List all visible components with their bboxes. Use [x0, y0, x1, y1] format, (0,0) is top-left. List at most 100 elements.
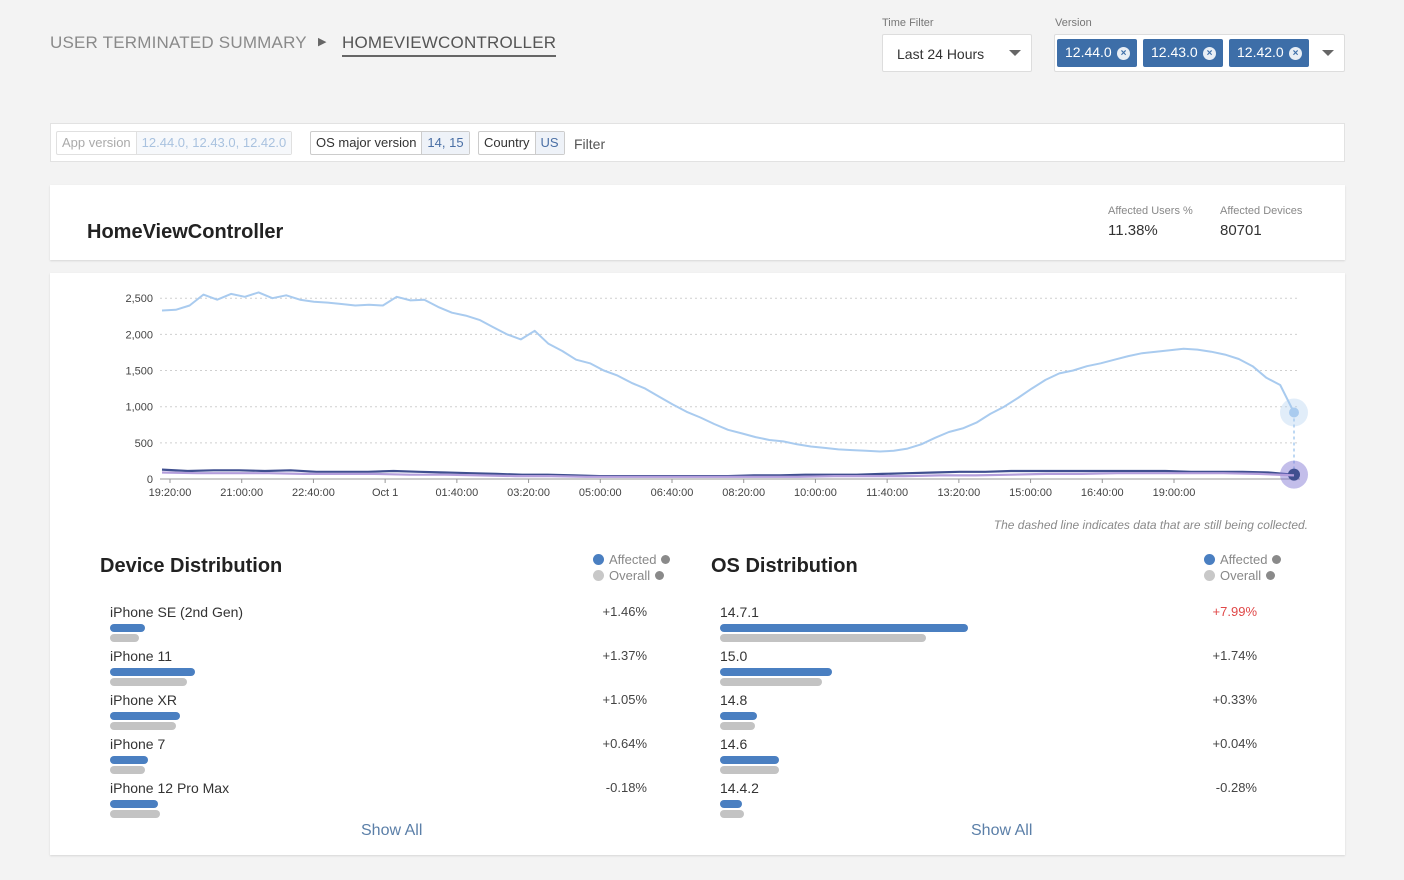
- version-chip-label: 12.42.0: [1237, 44, 1284, 60]
- x-tick-label: 22:40:00: [292, 487, 335, 499]
- affected-bar: [720, 756, 780, 764]
- distribution-label: 14.6: [720, 736, 748, 752]
- distribution-row[interactable]: iPhone SE (2nd Gen) +1.46%: [110, 604, 670, 644]
- y-tick-label: 2,000: [125, 329, 153, 341]
- affected-bar: [720, 712, 757, 720]
- version-chip[interactable]: 12.42.0 ×: [1229, 39, 1309, 67]
- x-tick-label: 13:20:00: [937, 487, 980, 499]
- filter-input[interactable]: Filter: [574, 136, 605, 152]
- time-filter-value: Last 24 Hours: [897, 46, 985, 62]
- affected-dot-icon: [1204, 553, 1215, 565]
- affected-bar: [110, 668, 195, 676]
- info-icon[interactable]: [1266, 570, 1276, 580]
- info-icon[interactable]: [655, 570, 665, 580]
- breadcrumb-root[interactable]: USER TERMINATED SUMMARY: [50, 33, 307, 53]
- x-tick-label: 11:40:00: [866, 487, 908, 499]
- distribution-row[interactable]: iPhone XR +1.05%: [110, 692, 670, 732]
- affected-dot-icon: [593, 553, 604, 565]
- distribution-row[interactable]: iPhone 7 +0.64%: [110, 736, 670, 776]
- device-distribution-title: Device Distribution: [100, 555, 283, 577]
- breadcrumb-caret-icon: ▶: [318, 36, 327, 48]
- distribution-label: 14.4.2: [720, 780, 759, 796]
- filter-chip-value: 14, 15: [421, 132, 469, 154]
- version-chip[interactable]: 12.44.0 ×: [1057, 39, 1137, 67]
- affected-bar: [110, 624, 146, 632]
- distribution-row[interactable]: iPhone 12 Pro Max -0.18%: [110, 780, 670, 820]
- overall-bar: [110, 634, 139, 642]
- x-tick-label: 19:00:00: [1153, 487, 1196, 499]
- overall-bar: [720, 634, 927, 642]
- distribution-row[interactable]: 14.4.2 -0.28%: [720, 780, 1280, 820]
- x-tick-label: 10:00:00: [794, 487, 837, 499]
- distribution-row[interactable]: 14.6 +0.04%: [720, 736, 1280, 776]
- distribution-row[interactable]: 14.8 +0.33%: [720, 692, 1280, 732]
- series-endpoint: [1289, 407, 1299, 418]
- device-show-all-link[interactable]: Show All: [361, 822, 422, 840]
- y-tick-label: 1,500: [125, 366, 153, 378]
- time-filter-label: Time Filter: [882, 17, 934, 29]
- distribution-row[interactable]: 15.0 +1.74%: [720, 648, 1280, 688]
- filter-chip-os-version[interactable]: OS major version 14, 15: [310, 131, 470, 155]
- os-show-all-link[interactable]: Show All: [971, 822, 1032, 840]
- filter-chip-value: US: [534, 132, 564, 154]
- version-filter-select[interactable]: 12.44.0 × 12.43.0 × 12.42.0 ×: [1054, 34, 1345, 72]
- chevron-down-icon: [1009, 50, 1021, 56]
- chevron-down-icon[interactable]: [1322, 50, 1334, 56]
- version-chip-label: 12.44.0: [1065, 44, 1112, 60]
- remove-chip-icon[interactable]: ×: [1289, 47, 1302, 60]
- distribution-diff: +1.46%: [602, 604, 647, 619]
- version-chip[interactable]: 12.43.0 ×: [1143, 39, 1223, 67]
- legend-affected: Affected: [1220, 551, 1268, 567]
- distribution-diff: +1.05%: [602, 692, 647, 707]
- info-icon[interactable]: [1272, 554, 1282, 564]
- filter-chip-key: Country: [484, 135, 530, 150]
- filter-chip-app-version[interactable]: App version 12.44.0, 12.43.0, 12.42.0: [56, 131, 293, 155]
- filter-bar[interactable]: App version 12.44.0, 12.43.0, 12.42.0 OS…: [50, 123, 1345, 162]
- distribution-diff: +0.64%: [602, 736, 647, 751]
- info-icon[interactable]: [661, 554, 671, 564]
- overall-bar: [720, 766, 780, 774]
- main-card: 0 500 1,000 1,500 2,000 2,500 19:20:00 21:00:00…: [50, 273, 1345, 855]
- distribution-diff: +1.37%: [602, 648, 647, 663]
- remove-chip-icon[interactable]: ×: [1203, 47, 1216, 60]
- x-tick-label: 21:00:00: [220, 487, 263, 499]
- x-tick-label: 08:20:00: [722, 487, 765, 499]
- device-legend: Affected Overall: [593, 551, 671, 583]
- x-tick-label: 03:20:00: [507, 487, 550, 499]
- overall-bar: [720, 722, 756, 730]
- distribution-label: iPhone 11: [110, 648, 173, 664]
- legend-overall: Overall: [1220, 567, 1262, 583]
- overall-bar: [110, 722, 176, 730]
- filter-chip-key: OS major version: [316, 135, 417, 150]
- series-line: [161, 471, 1295, 478]
- affected-users-label: Affected Users %: [1108, 205, 1193, 217]
- filter-chip-key: App version: [62, 135, 131, 150]
- y-tick-label: 1,000: [125, 402, 153, 414]
- version-chip-label: 12.43.0: [1151, 44, 1198, 60]
- os-distribution-title: OS Distribution: [711, 555, 858, 577]
- page-title: HomeViewController: [87, 221, 284, 243]
- distribution-row[interactable]: iPhone 11 +1.37%: [110, 648, 670, 688]
- time-series-chart[interactable]: 0 500 1,000 1,500 2,000 2,500 19:20:00 21:00:00…: [50, 273, 1345, 513]
- affected-bar: [110, 712, 181, 720]
- legend-affected: Affected: [609, 551, 657, 567]
- y-tick-label: 0: [147, 474, 153, 486]
- affected-devices-value: 80701: [1220, 222, 1262, 239]
- affected-bar: [110, 800, 158, 808]
- filter-chip-country[interactable]: Country US: [478, 131, 565, 155]
- x-tick-label: Oct 1: [372, 487, 398, 499]
- chart-note: The dashed line indicates data that are …: [993, 518, 1308, 532]
- overall-bar: [720, 810, 744, 818]
- affected-bar: [720, 800, 743, 808]
- affected-bar: [720, 668, 832, 676]
- distribution-diff: -0.18%: [605, 780, 647, 795]
- affected-bar: [720, 624, 968, 632]
- x-tick-label: 19:20:00: [149, 487, 192, 499]
- distribution-label: 14.8: [720, 692, 748, 708]
- y-tick-label: 500: [135, 438, 153, 450]
- affected-devices-label: Affected Devices: [1220, 205, 1303, 217]
- distribution-row[interactable]: 14.7.1 +7.99%: [720, 604, 1280, 644]
- time-filter-select[interactable]: Last 24 Hours: [882, 34, 1032, 72]
- remove-chip-icon[interactable]: ×: [1117, 47, 1130, 60]
- affected-bar: [110, 756, 149, 764]
